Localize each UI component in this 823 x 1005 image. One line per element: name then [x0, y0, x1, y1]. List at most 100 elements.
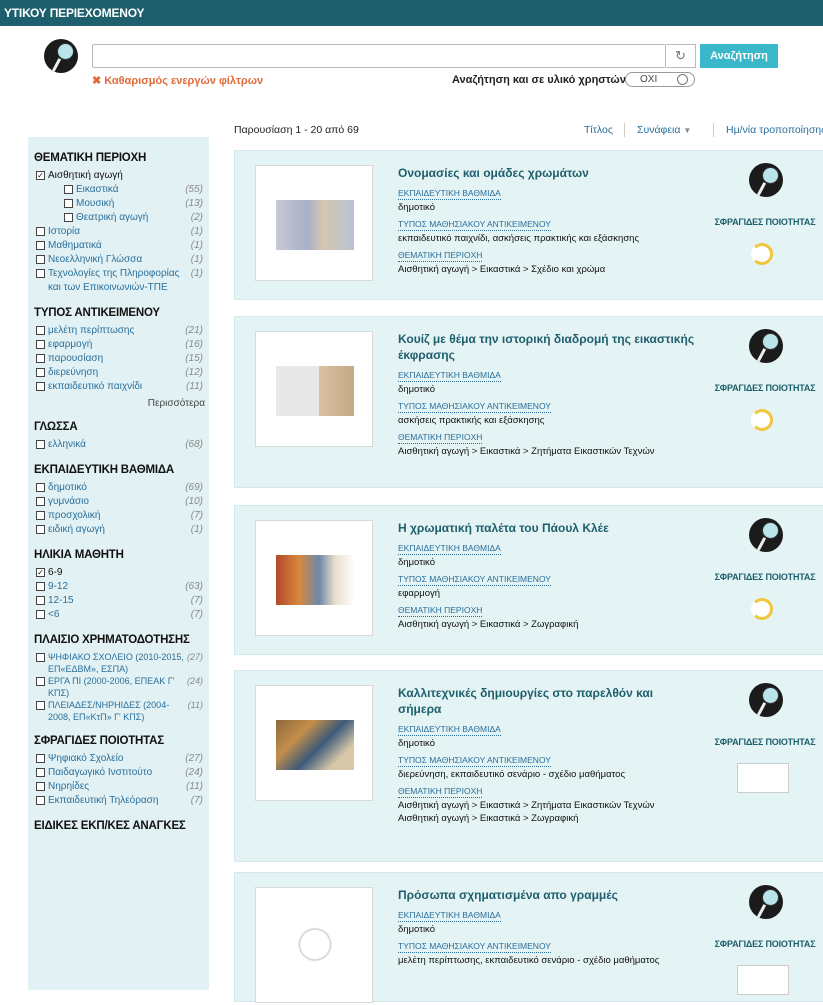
facet-item[interactable]: Ιστορία (1) — [34, 225, 209, 239]
clear-filters-link[interactable]: ✖ Καθαρισμός ενεργών φίλτρων — [92, 74, 263, 87]
facet-item[interactable]: Εικαστικά (55) — [34, 183, 209, 197]
facet-item[interactable]: γυμνάσιο (10) — [34, 495, 209, 509]
facet-item[interactable]: Εκπαιδευτική Τηλεόραση (7) — [34, 794, 209, 808]
thumbnail-image — [276, 200, 354, 250]
facet-item[interactable]: ελληνικά (68) — [34, 438, 209, 452]
checkbox[interactable] — [36, 677, 45, 686]
thematic-label: ΘΕΜΑΤΙΚΗ ΠΕΡΙΟΧΗ — [398, 605, 483, 617]
facet-item[interactable]: Νηρηίδες (11) — [34, 780, 209, 794]
facet-item[interactable]: προσχολική (7) — [34, 509, 209, 523]
facet-item[interactable]: μελέτη περίπτωσης (21) — [34, 324, 209, 338]
checkbox[interactable] — [36, 497, 45, 506]
facet-funding: ΠΛΑΙΣΙΟ ΧΡΗΜΑΤΟΔΟΤΗΣΗΣ ΨΗΦΙΑΚΟ ΣΧΟΛΕΙΟ (… — [34, 634, 209, 723]
result-title[interactable]: Πρόσωπα σχηματισμένα απο γραμμές — [398, 887, 698, 903]
facet-item[interactable]: 12-15 (7) — [34, 594, 209, 608]
checkbox[interactable] — [36, 754, 45, 763]
facet-item[interactable]: ✓ Αισθητική αγωγή — [34, 169, 209, 183]
result-thumbnail[interactable] — [255, 887, 373, 1003]
facet-item-label: μελέτη περίπτωσης — [48, 325, 135, 336]
facet-item[interactable]: διερεύνηση (12) — [34, 366, 209, 380]
checkbox[interactable] — [36, 368, 45, 377]
search-input[interactable] — [92, 44, 666, 68]
facet-item-label: Μαθηματικά — [48, 240, 102, 251]
facet-item[interactable]: εκπαιδευτικό παιχνίδι (11) — [34, 380, 209, 394]
facet-item-label: 6-9 — [48, 567, 63, 578]
checkbox[interactable] — [36, 796, 45, 805]
checkbox[interactable] — [64, 213, 73, 222]
photodentro-logo — [749, 329, 783, 363]
result-thumbnail[interactable] — [255, 165, 373, 281]
result-thumbnail[interactable] — [255, 331, 373, 447]
checkbox[interactable] — [36, 483, 45, 492]
sort-title[interactable]: Τίτλος — [584, 124, 613, 136]
facet-item[interactable]: Παιδαγωγικό Ινστιτούτο (24) — [34, 766, 209, 780]
checkbox[interactable] — [36, 255, 45, 264]
result-title[interactable]: Καλλιτεχνικές δημιουργίες στο παρελθόν κ… — [398, 685, 698, 717]
checkbox[interactable] — [36, 241, 45, 250]
checkbox[interactable] — [36, 326, 45, 335]
checkbox[interactable] — [36, 782, 45, 791]
checkbox[interactable] — [36, 653, 45, 662]
facet-item[interactable]: Μαθηματικά (1) — [34, 239, 209, 253]
facet-item-label: Νεοελληνική Γλώσσα — [48, 254, 143, 265]
checkbox[interactable] — [36, 768, 45, 777]
seal-logo-icon — [737, 965, 789, 995]
facet-item[interactable]: δημοτικό (69) — [34, 481, 209, 495]
facet-item[interactable]: ✓ 6-9 — [34, 566, 209, 580]
sort-relevance[interactable]: Συνάφεια ▼ — [637, 124, 691, 136]
facet-item[interactable]: ΠΛΕΙΑΔΕΣ/ΝΗΡΗΙΔΕΣ (2004-2008, ΕΠ«ΚτΠ» Γ'… — [34, 699, 209, 723]
result-title[interactable]: Ονομασίες και ομάδες χρωμάτων — [398, 165, 698, 181]
checkbox[interactable] — [36, 582, 45, 591]
checkbox[interactable] — [36, 596, 45, 605]
result-title[interactable]: Η χρωματική παλέτα του Πάουλ Κλέε — [398, 520, 698, 536]
checkbox[interactable] — [64, 185, 73, 194]
result-thumbnail[interactable] — [255, 520, 373, 636]
thematic-value: Αισθητική αγωγή > Εικαστικά > Ζητήματα Ε… — [398, 446, 655, 457]
facet-item[interactable]: Θεατρική αγωγή (2) — [34, 211, 209, 225]
facet-item[interactable]: ΕΡΓΑ ΠΙ (2000-2006, ΕΠΕΑΚ Γ' ΚΠΣ) (24) — [34, 675, 209, 699]
facet-item-label: Εκπαιδευτική Τηλεόραση — [48, 795, 159, 806]
facet-item[interactable]: Ψηφιακό Σχολείο (27) — [34, 752, 209, 766]
photodentro-logo — [749, 885, 783, 919]
facet-item[interactable]: Τεχνολογίες της Πληροφορίας και των Επικ… — [34, 267, 209, 295]
level-value: δημοτικό — [398, 557, 435, 568]
facet-level: ΕΚΠΑΙΔΕΥΤΙΚΗ ΒΑΘΜΙΔΑ δημοτικό (69) γυμνάσι… — [34, 464, 209, 537]
seals-label: ΣΦΡΑΓΙΔΕΣ ΠΟΙΟΤΗΤΑΣ — [714, 383, 816, 393]
search-button[interactable]: Αναζήτηση — [700, 44, 778, 68]
sort-modified[interactable]: Ημ/νία τροποποίησης — [726, 124, 823, 136]
facet-item[interactable]: ειδική αγωγή (1) — [34, 523, 209, 537]
result-title[interactable]: Κουίζ με θέμα την ιστορική διαδρομή της … — [398, 331, 698, 363]
checkbox[interactable] — [36, 354, 45, 363]
facet-item[interactable]: εφαρμογή (16) — [34, 338, 209, 352]
facet-title: ΤΥΠΟΣ ΑΝΤΙΚΕΙΜΕΝΟΥ — [34, 307, 160, 319]
checkbox[interactable] — [64, 199, 73, 208]
checkbox[interactable] — [36, 340, 45, 349]
result-body: Καλλιτεχνικές δημιουργίες στο παρελθόν κ… — [398, 685, 698, 825]
facet-item[interactable]: παρουσίαση (15) — [34, 352, 209, 366]
refresh-icon[interactable]: ↻ — [666, 44, 696, 68]
checkbox-checked[interactable]: ✓ — [36, 171, 45, 180]
facet-item-label: 9-12 — [48, 581, 69, 592]
facet-item[interactable]: 9-12 (63) — [34, 580, 209, 594]
checkbox-checked[interactable]: ✓ — [36, 568, 45, 577]
checkbox[interactable] — [36, 440, 45, 449]
checkbox[interactable] — [36, 269, 45, 278]
thumbnail-image — [276, 555, 354, 605]
photodentro-logo[interactable] — [44, 39, 78, 73]
facet-item[interactable]: Νεοελληνική Γλώσσα (1) — [34, 253, 209, 267]
checkbox[interactable] — [36, 511, 45, 520]
checkbox[interactable] — [36, 382, 45, 391]
facet-item-count: (11) — [185, 381, 203, 392]
checkbox[interactable] — [36, 610, 45, 619]
checkbox[interactable] — [36, 525, 45, 534]
user-material-toggle[interactable]: ΟΧΙ — [625, 72, 695, 87]
checkbox[interactable] — [36, 227, 45, 236]
facet-item[interactable]: Μουσική (13) — [34, 197, 209, 211]
facet-item[interactable]: ΨΗΦΙΑΚΟ ΣΧΟΛΕΙΟ (2010-2015, ΕΠ«ΕΔΒΜ», ΕΣ… — [34, 651, 209, 675]
result-thumbnail[interactable] — [255, 685, 373, 801]
result-seals: ΣΦΡΑΓΙΔΕΣ ΠΟΙΟΤΗΤΑΣ — [705, 518, 823, 638]
facet-item[interactable]: <6 (7) — [34, 608, 209, 622]
checkbox[interactable] — [36, 701, 45, 710]
more-link[interactable]: Περισσότερα — [34, 398, 209, 409]
facet-object-type: ΤΥΠΟΣ ΑΝΤΙΚΕΙΜΕΝΟΥ μελέτη περίπτωσης (21)… — [34, 307, 209, 409]
